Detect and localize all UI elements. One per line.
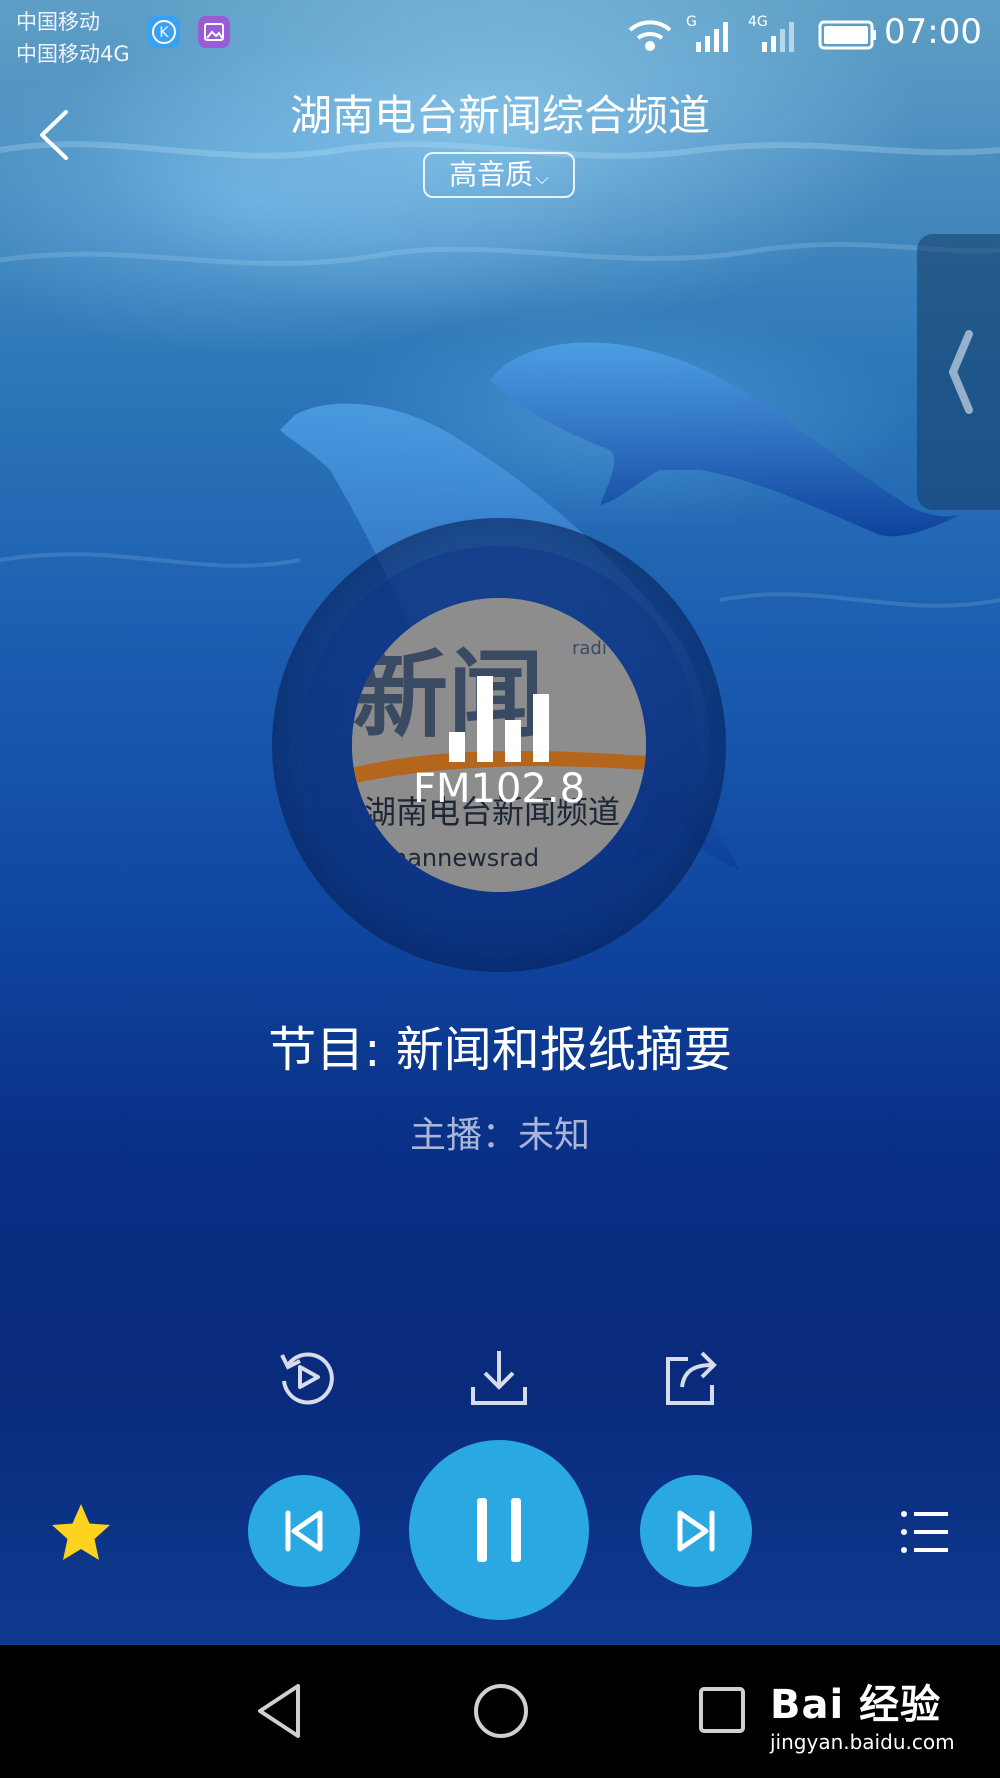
pause-icon xyxy=(477,1498,521,1562)
star-icon xyxy=(52,1504,110,1560)
svg-text:K: K xyxy=(159,25,169,41)
previous-button[interactable] xyxy=(248,1475,360,1587)
share-button[interactable] xyxy=(660,1345,724,1409)
chevron-down-icon: ⌵ xyxy=(535,168,549,189)
skip-previous-icon xyxy=(285,1510,323,1552)
baidu-watermark: Bai 经验 jingyan.baidu.com xyxy=(770,1672,955,1754)
logo-text-en: nannewsrad xyxy=(392,844,539,872)
square-recent-icon xyxy=(699,1687,745,1733)
carrier-1-label: 中国移动 xyxy=(16,10,100,34)
equalizer-icon xyxy=(449,676,549,762)
download-icon xyxy=(471,1351,527,1405)
program-title: 节目: 新闻和报纸摘要 xyxy=(268,1022,732,1078)
favorite-button[interactable] xyxy=(48,1500,114,1566)
playlist-button[interactable] xyxy=(900,1508,950,1556)
replay-icon xyxy=(280,1352,334,1405)
next-button[interactable] xyxy=(640,1475,752,1587)
watermark-url: jingyan.baidu.com xyxy=(770,1730,955,1754)
list-icon xyxy=(901,1511,948,1553)
download-button[interactable] xyxy=(467,1345,531,1409)
quality-selector[interactable]: 高音质 ⌵ xyxy=(423,152,575,198)
quality-label: 高音质 xyxy=(449,158,534,191)
logo-text-radio: radi xyxy=(572,638,607,659)
share-icon xyxy=(666,1351,717,1405)
k-app-icon: K xyxy=(148,16,180,48)
network-label-4g: 4G xyxy=(748,14,768,30)
station-title: 湖南电台新闻综合频道 xyxy=(289,91,710,140)
skip-next-icon xyxy=(677,1510,715,1552)
nav-recent-button[interactable] xyxy=(697,1685,747,1735)
triangle-back-icon xyxy=(258,1684,300,1738)
side-panel-handle[interactable] xyxy=(917,234,1000,510)
replay-button[interactable] xyxy=(274,1345,338,1409)
battery-icon xyxy=(818,20,876,50)
watermark-brand: Bai 经验 xyxy=(770,1682,942,1728)
nav-back-button[interactable] xyxy=(252,1680,312,1742)
host-label: 主播：未知 xyxy=(409,1115,590,1156)
frequency-label: FM102.8 xyxy=(412,766,586,812)
gallery-icon xyxy=(198,16,230,48)
chevron-left-icon xyxy=(948,330,973,414)
pause-button[interactable] xyxy=(409,1440,589,1620)
circle-home-icon xyxy=(474,1684,528,1738)
clock: 07:00 xyxy=(884,12,982,52)
carrier-2-label: 中国移动4G xyxy=(16,42,130,66)
nav-home-button[interactable] xyxy=(472,1682,530,1740)
wifi-icon xyxy=(628,20,672,51)
network-label-g: G xyxy=(686,14,697,30)
signal-icon-1 xyxy=(696,22,728,52)
status-bar: 中国移动 中国移动4G K G 4G 07:00 xyxy=(0,0,1000,70)
